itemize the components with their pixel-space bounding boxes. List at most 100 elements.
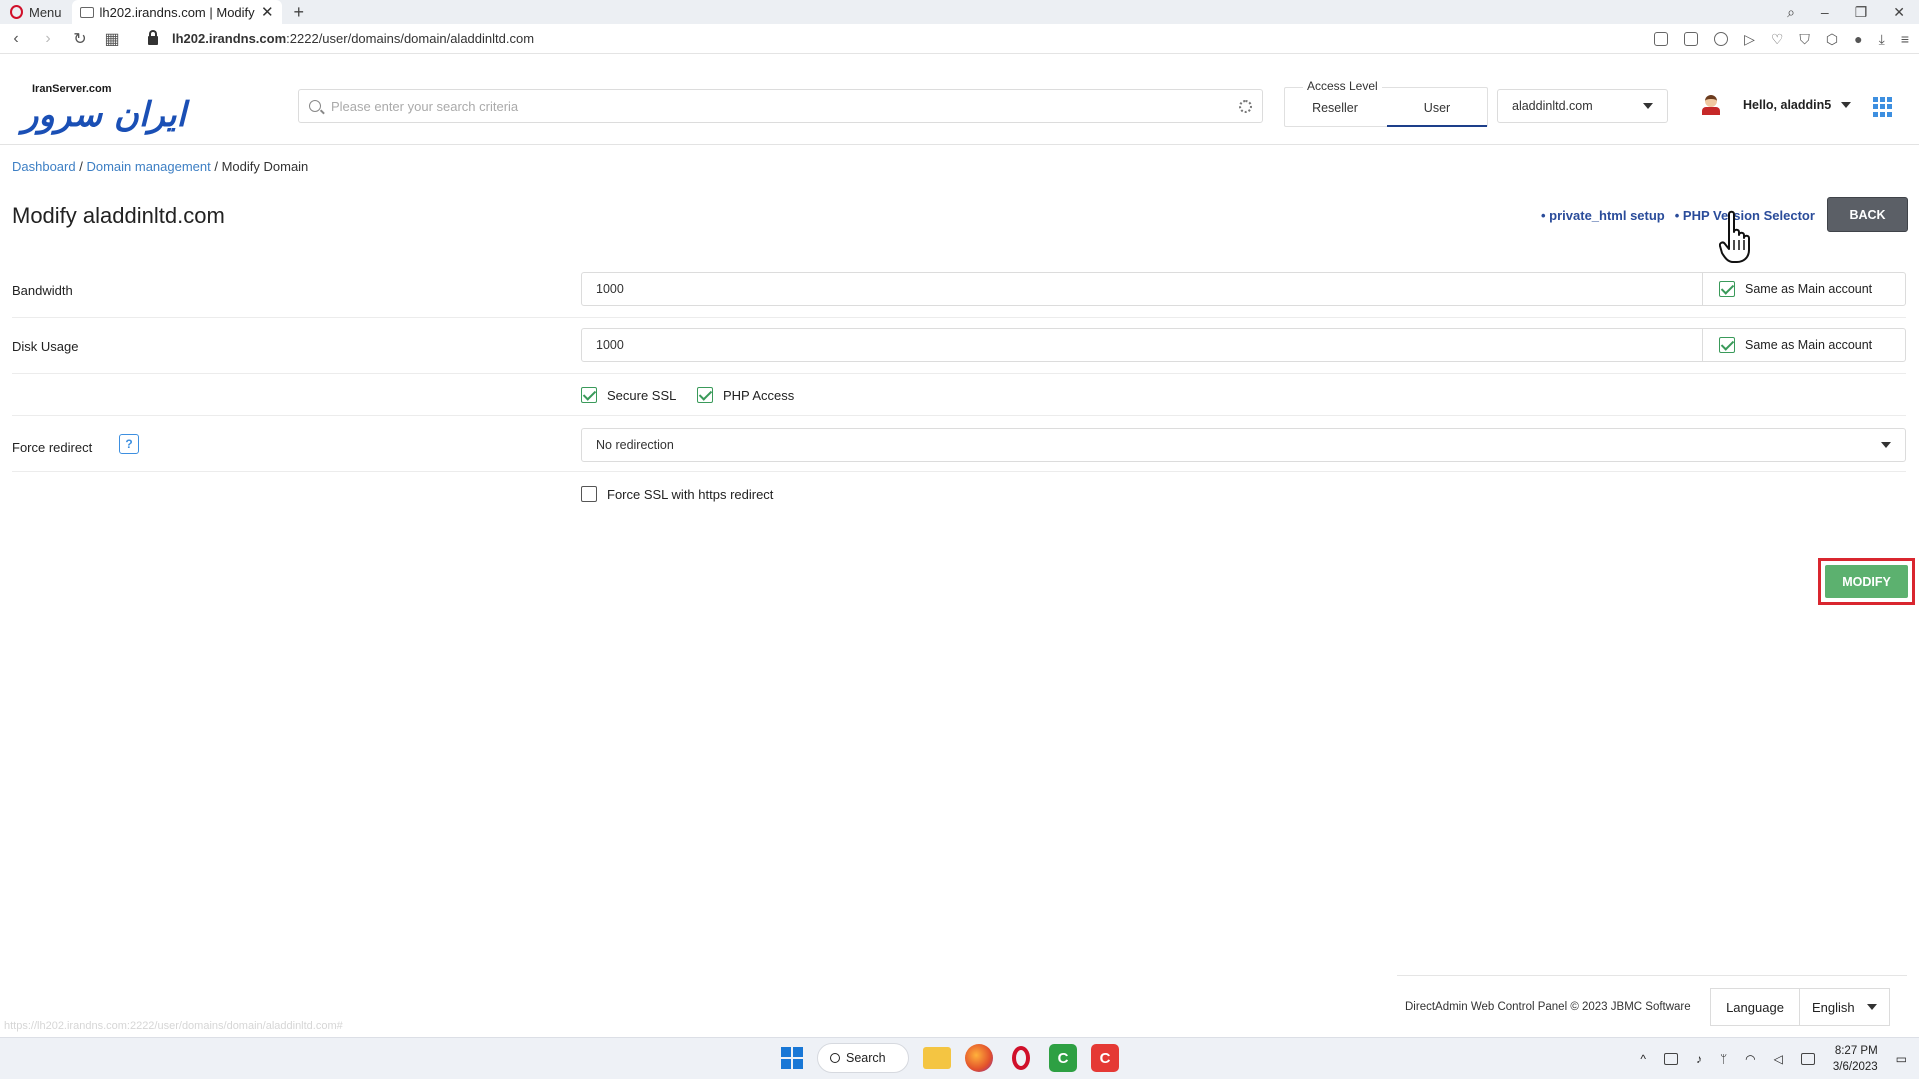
close-window-icon[interactable]: ✕ (1893, 4, 1905, 21)
disk-usage-value: 1000 (596, 338, 624, 352)
search-icon (830, 1053, 840, 1063)
taskbar-search[interactable]: Search (817, 1043, 909, 1073)
status-bar-url: https://lh202.irandns.com:2222/user/doma… (4, 1020, 343, 1032)
disk-usage-input[interactable]: 1000 Same as Main account (581, 328, 1906, 362)
disk-usage-same-as-main[interactable]: Same as Main account (1702, 328, 1905, 362)
easy-setup-icon[interactable]: ≡ (1901, 31, 1909, 47)
page-footer: DirectAdmin Web Control Panel © 2023 JBM… (1397, 975, 1907, 1035)
browser-menu-label: Menu (29, 4, 62, 20)
reload-icon[interactable]: ↻ (64, 29, 96, 49)
restore-icon[interactable]: ❐ (1855, 4, 1868, 21)
opera-logo-icon (10, 5, 23, 19)
avatar[interactable] (1702, 95, 1720, 117)
php-access-label: PHP Access (723, 387, 795, 403)
send-icon[interactable]: ▷ (1744, 31, 1755, 48)
close-tab-icon[interactable]: ✕ (261, 3, 274, 21)
usb-icon[interactable]: ᛘ (1720, 1052, 1727, 1066)
help-icon[interactable]: ? (119, 434, 139, 454)
modify-button[interactable]: MODIFY (1825, 565, 1908, 598)
download-icon[interactable]: ⤓ (1879, 31, 1885, 48)
profile-icon[interactable]: ● (1854, 31, 1862, 47)
url-field[interactable]: lh202.irandns.com:2222/user/domains/doma… (148, 30, 534, 46)
domain-select-value: aladdinltd.com (1512, 99, 1593, 113)
bandwidth-label: Bandwidth (12, 283, 73, 298)
back-nav-icon[interactable]: ‹ (0, 30, 32, 48)
language-label: Language (1710, 988, 1800, 1026)
browser-menu-button[interactable]: Menu (0, 0, 72, 24)
system-tray: ^ ♪ ᛘ ◠ ◁ 8:27 PM 3/6/2023 ▭ (1640, 1038, 1907, 1079)
notifications-icon[interactable]: ▭ (1896, 1052, 1907, 1066)
search-tabs-icon[interactable]: ⌕ (1787, 4, 1795, 21)
access-level-switch: Access Level Reseller User (1284, 79, 1488, 127)
chevron-down-icon (1841, 102, 1852, 108)
secure-ssl-label: Secure SSL (607, 387, 677, 403)
camtasia-editor-icon[interactable]: C (1091, 1044, 1119, 1072)
wifi-icon[interactable]: ◠ (1745, 1052, 1755, 1066)
disk-usage-same-checkbox[interactable] (1719, 337, 1735, 353)
back-button[interactable]: BACK (1827, 197, 1908, 232)
opera-icon[interactable] (1007, 1044, 1035, 1072)
lock-icon (148, 30, 158, 45)
secure-ssl-option[interactable]: Secure SSL (581, 387, 676, 403)
camtasia-recorder-icon[interactable]: C (1049, 1044, 1077, 1072)
browser-tabbar: Menu lh202.irandns.com | Modify ✕ + ⌕ – … (0, 0, 1919, 24)
browser-tab[interactable]: lh202.irandns.com | Modify ✕ (71, 0, 282, 24)
chevron-up-icon[interactable]: ^ (1640, 1052, 1646, 1066)
logo-wordmark: ایران سرور (22, 95, 187, 135)
firefox-icon[interactable] (965, 1044, 993, 1072)
search-box[interactable]: Please enter your search criteria (298, 89, 1263, 123)
page-title: Modify aladdinltd.com (12, 203, 225, 228)
tabs-grid-icon[interactable]: ▦ (96, 29, 128, 49)
search-settings-gear-icon[interactable] (1239, 99, 1252, 113)
microphone-icon[interactable]: ♪ (1696, 1052, 1702, 1066)
language-select[interactable]: English (1800, 988, 1890, 1026)
minimize-icon[interactable]: – (1821, 4, 1829, 20)
volume-icon[interactable]: ◁ (1774, 1052, 1783, 1066)
battery-icon[interactable] (1800, 1053, 1815, 1065)
camera-icon[interactable] (1684, 32, 1699, 46)
force-redirect-value: No redirection (596, 438, 674, 452)
shield-icon[interactable]: ⛉ (1799, 31, 1810, 48)
secure-ssl-checkbox[interactable] (581, 387, 597, 403)
windows-start-icon[interactable] (781, 1047, 803, 1069)
search-input[interactable]: Please enter your search criteria (331, 99, 1229, 114)
private-html-setup-link[interactable]: • private_html setup (1541, 208, 1665, 223)
cube-icon[interactable]: ⬡ (1826, 31, 1838, 48)
php-access-checkbox[interactable] (697, 387, 713, 403)
access-level-user[interactable]: User (1387, 101, 1487, 115)
apps-grid-icon[interactable] (1873, 97, 1893, 117)
chevron-down-icon (1643, 103, 1653, 109)
window-controls: ⌕ – ❐ ✕ (1787, 0, 1919, 24)
heart-icon[interactable]: ♡ (1771, 31, 1784, 48)
search-icon (309, 100, 321, 112)
bandwidth-same-as-main[interactable]: Same as Main account (1702, 272, 1905, 306)
edit-icon[interactable] (1654, 32, 1669, 46)
os-taskbar: Search C C ^ ♪ ᛘ ◠ ◁ 8:27 PM 3/6/2023 ▭ (0, 1037, 1919, 1079)
breadcrumb-separator: / (210, 159, 222, 174)
force-ssl-checkbox[interactable] (581, 486, 597, 502)
force-ssl-option[interactable]: Force SSL with https redirect (581, 486, 773, 502)
access-level-reseller[interactable]: Reseller (1285, 101, 1385, 115)
bandwidth-row: Bandwidth 1000 Same as Main account (12, 272, 1906, 318)
domain-select[interactable]: aladdinltd.com (1497, 89, 1668, 123)
display-icon[interactable] (1663, 1053, 1678, 1065)
user-menu[interactable]: Hello, aladdin5 (1743, 98, 1852, 112)
clock-date: 3/6/2023 (1832, 1061, 1878, 1073)
forward-nav-icon[interactable]: › (32, 30, 64, 48)
breadcrumb-domain-management[interactable]: Domain management (86, 159, 210, 174)
site-logo[interactable]: IranServer.com ایران سرور (22, 83, 192, 135)
system-clock[interactable]: 8:27 PM 3/6/2023 (1833, 1043, 1878, 1075)
ssl-php-row: Secure SSL PHP Access (12, 380, 1906, 416)
force-redirect-select[interactable]: No redirection (581, 428, 1906, 462)
chevron-down-icon (1881, 442, 1891, 448)
breadcrumb-dashboard[interactable]: Dashboard (12, 159, 76, 174)
file-explorer-icon[interactable] (923, 1047, 951, 1069)
browser-addressbar: ‹ › ↻ ▦ lh202.irandns.com:2222/user/doma… (0, 24, 1919, 54)
bandwidth-same-checkbox[interactable] (1719, 281, 1735, 297)
bandwidth-input[interactable]: 1000 Same as Main account (581, 272, 1906, 306)
chevron-down-icon (1867, 1004, 1877, 1010)
adblock-icon[interactable] (1714, 32, 1729, 46)
new-tab-button[interactable]: + (282, 2, 317, 23)
php-access-option[interactable]: PHP Access (697, 387, 794, 403)
user-greeting: Hello, aladdin5 (1743, 98, 1832, 112)
